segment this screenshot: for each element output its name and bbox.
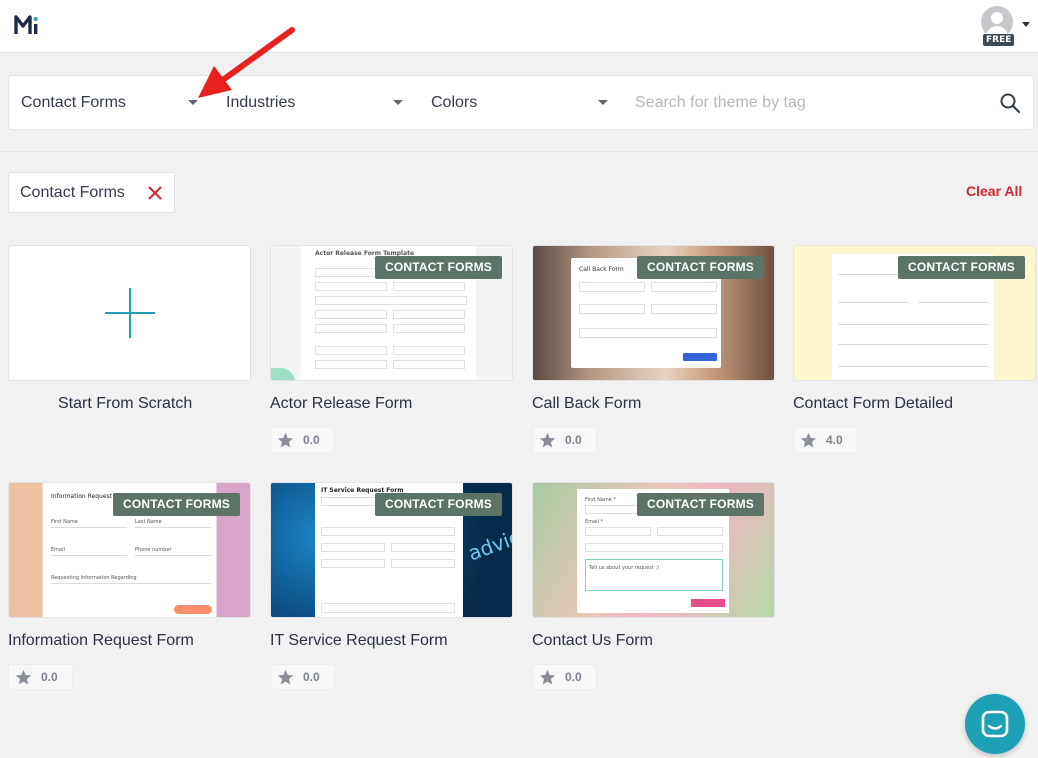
chevron-down-icon[interactable] <box>1022 22 1030 27</box>
rating-value: 4.0 <box>826 433 843 447</box>
star-icon <box>277 669 294 685</box>
card-title[interactable]: Start From Scratch <box>58 395 192 413</box>
rating: 4.0 <box>793 427 858 453</box>
search-icon[interactable] <box>999 92 1021 114</box>
filter-bar: Contact Forms Industries Colors <box>8 75 1034 130</box>
color-dropdown-label: Colors <box>431 94 478 111</box>
rating-value: 0.0 <box>303 433 320 447</box>
star-icon <box>539 669 556 685</box>
active-filter-chip: Contact Forms <box>8 172 175 213</box>
rating: 0.0 <box>8 664 73 690</box>
active-filter-label: Contact Forms <box>20 184 125 201</box>
category-dropdown-label: Contact Forms <box>21 94 126 111</box>
category-badge: CONTACT FORMS <box>636 493 764 516</box>
rating: 0.0 <box>532 427 597 453</box>
star-icon <box>800 432 817 448</box>
color-dropdown[interactable]: Colors <box>431 76 626 129</box>
preview-title: Call Back Form <box>579 266 624 273</box>
plan-badge: FREE <box>983 34 1015 46</box>
top-bar: FREE <box>0 0 1038 53</box>
chat-icon <box>981 710 1009 738</box>
template-card[interactable]: Call Back Form CONTACT FORMS <box>532 245 775 381</box>
template-card[interactable]: First Name * Email * Tell us about your … <box>532 482 775 618</box>
chevron-down-icon <box>598 100 608 105</box>
divider <box>0 151 1038 152</box>
category-badge: CONTACT FORMS <box>374 256 502 279</box>
template-card[interactable]: Information Request Form First Name Last… <box>8 482 251 618</box>
rating-value: 0.0 <box>565 433 582 447</box>
card-title[interactable]: Call Back Form <box>532 395 641 413</box>
rating-value: 0.0 <box>303 670 320 684</box>
card-title[interactable]: Information Request Form <box>8 632 194 650</box>
card-title[interactable]: Actor Release Form <box>270 395 412 413</box>
plus-icon <box>105 288 155 338</box>
rating: 0.0 <box>532 664 597 690</box>
rating-value: 0.0 <box>41 670 58 684</box>
category-badge: CONTACT FORMS <box>897 256 1025 279</box>
close-icon[interactable] <box>146 184 164 202</box>
star-icon <box>539 432 556 448</box>
card-title[interactable]: IT Service Request Form <box>270 632 448 650</box>
template-card[interactable]: CONTACT FORMS <box>793 245 1036 381</box>
category-badge: CONTACT FORMS <box>112 493 240 516</box>
chat-launcher-button[interactable] <box>965 694 1025 754</box>
rating-value: 0.0 <box>565 670 582 684</box>
category-badge: CONTACT FORMS <box>374 493 502 516</box>
category-badge: CONTACT FORMS <box>636 256 764 279</box>
annotation-arrow-icon <box>198 27 295 98</box>
rating: 0.0 <box>270 427 335 453</box>
template-card[interactable]: IT Service Request Form advice CONTACT F… <box>270 482 513 618</box>
logo-icon[interactable] <box>14 12 42 38</box>
rating: 0.0 <box>270 664 335 690</box>
clear-all-link[interactable]: Clear All <box>966 183 1022 199</box>
card-title[interactable]: Contact Form Detailed <box>793 395 953 413</box>
template-card[interactable]: Actor Release Form Template CONTACT FORM… <box>270 245 513 381</box>
background-word: advice <box>464 520 513 566</box>
start-from-scratch-card[interactable] <box>8 245 251 381</box>
star-icon <box>15 669 32 685</box>
card-title[interactable]: Contact Us Form <box>532 632 653 650</box>
chevron-down-icon <box>393 100 403 105</box>
search-input[interactable] <box>635 88 985 118</box>
star-icon <box>277 432 294 448</box>
category-dropdown[interactable]: Contact Forms <box>21 76 216 129</box>
